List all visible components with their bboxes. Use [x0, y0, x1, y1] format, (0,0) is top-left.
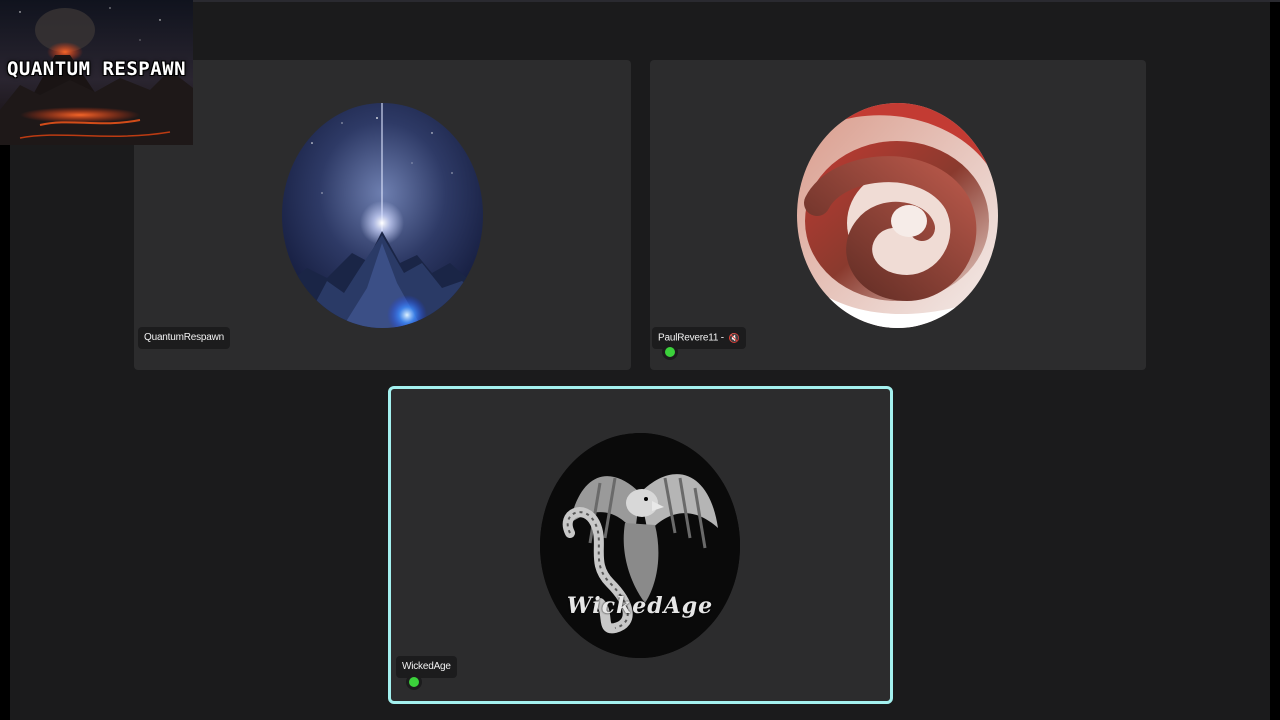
avatar-logo-text: WickedAge — [566, 593, 714, 619]
mountain-star-avatar — [282, 103, 483, 328]
ribbon-spiral-avatar — [797, 103, 998, 328]
overlay-title: QUANTUM RESPAWN — [6, 58, 187, 80]
participant-tile-wickedage[interactable]: WickedAge WickedAge — [388, 386, 893, 704]
online-status-icon — [406, 674, 422, 690]
participant-tile-quantumrespawn[interactable]: QuantumRespawn — [134, 60, 631, 370]
online-status-icon — [662, 344, 678, 360]
video-call-stage: QuantumRespawn PaulRevere11 - 🔇 WickedAg… — [0, 0, 1280, 720]
participant-name: WickedAge — [402, 661, 451, 672]
participant-name-tag: QuantumRespawn — [138, 327, 231, 349]
participant-name: PaulRevere11 - — [658, 332, 724, 344]
participant-tile-paulrevere11[interactable]: PaulRevere11 - 🔇 — [650, 60, 1146, 370]
stream-overlay-banner: QUANTUM RESPAWN — [0, 0, 193, 145]
mic-muted-icon: 🔇 — [728, 333, 740, 343]
eagle-serpent-avatar: WickedAge — [540, 433, 740, 658]
participant-name-tag: WickedAge — [396, 656, 457, 678]
participant-name: QuantumRespawn — [144, 332, 225, 343]
